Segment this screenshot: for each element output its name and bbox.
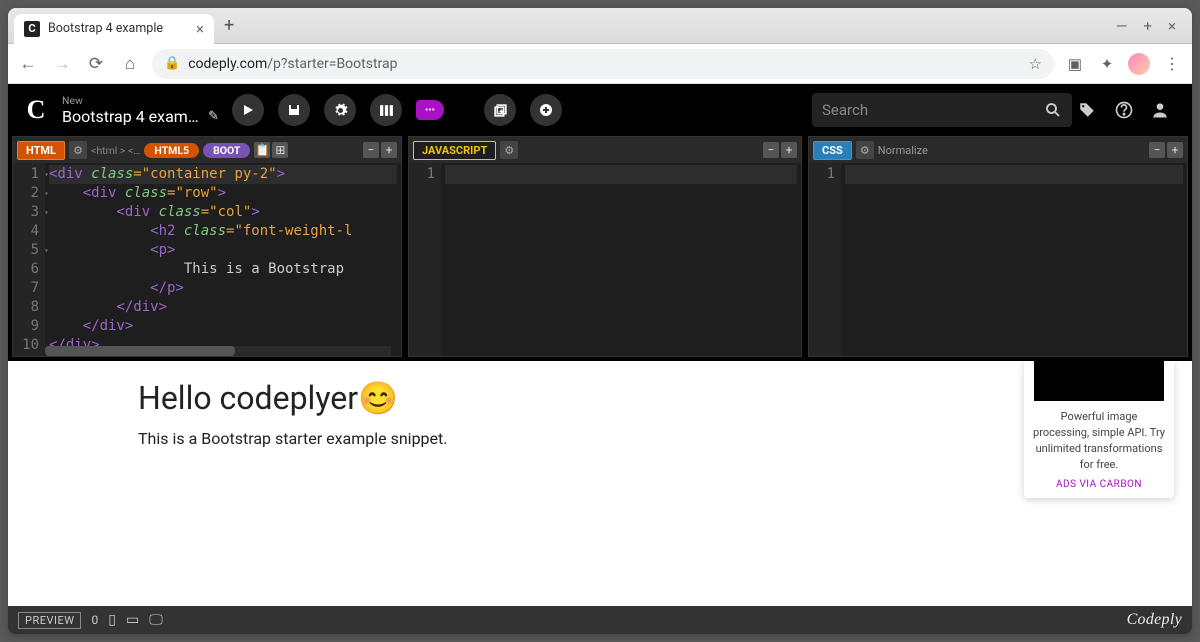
maximize-panel-icon[interactable]: +: [381, 142, 397, 158]
tag-icon[interactable]: [1078, 101, 1108, 119]
browser-menu-icon[interactable]: ⋮: [1160, 54, 1184, 73]
lock-icon: 🔒: [164, 56, 180, 71]
css-panel-label: CSS: [813, 141, 852, 160]
grid-icon[interactable]: ⊞: [272, 142, 288, 158]
browser-titlebar: C Bootstrap 4 example × + — + ×: [8, 8, 1192, 44]
extension-icon[interactable]: ▣: [1064, 55, 1086, 73]
ad-image: [1034, 361, 1164, 401]
add-button[interactable]: [530, 94, 562, 126]
play-button[interactable]: [232, 94, 264, 126]
user-icon[interactable]: [1150, 100, 1180, 120]
css-panel: CSS ⚙ Normalize − + 1: [808, 136, 1188, 357]
help-icon[interactable]: [1114, 100, 1144, 120]
ad-attribution[interactable]: ADS VIA CARBON: [1024, 479, 1174, 490]
profile-avatar[interactable]: [1128, 53, 1150, 75]
bottom-bar: PREVIEW 0 ▯ ▭ 🖵 Codeply: [8, 606, 1192, 634]
app-toolbar: C New Bootstrap 4 examp… ✎ •••: [8, 84, 1192, 136]
browser-urlbar: ← → ⟳ ⌂ 🔒 codeply.com/p?starter=Bootstra…: [8, 44, 1192, 84]
window-close-icon[interactable]: ×: [1168, 17, 1176, 35]
minimize-panel-icon[interactable]: −: [363, 142, 379, 158]
browser-tab[interactable]: C Bootstrap 4 example ×: [14, 14, 214, 44]
device-desktop-icon[interactable]: 🖵: [149, 612, 163, 628]
nav-forward-button[interactable]: →: [50, 54, 74, 74]
search-icon[interactable]: [1044, 101, 1062, 119]
window-maximize-icon[interactable]: +: [1143, 17, 1152, 35]
html-editor[interactable]: 1 2 3 4 5 6 7 8 9 10 <div class="contain…: [13, 163, 401, 356]
tags-button[interactable]: •••: [416, 100, 444, 120]
nav-reload-button[interactable]: ⟳: [84, 54, 108, 74]
bootstrap-pill[interactable]: BOOT: [203, 143, 250, 158]
html-settings-icon[interactable]: ⚙: [69, 141, 87, 159]
new-tab-button[interactable]: +: [214, 15, 244, 36]
save-button[interactable]: [278, 94, 310, 126]
js-settings-icon[interactable]: ⚙: [500, 141, 518, 159]
css-editor[interactable]: 1: [809, 163, 1187, 356]
codeply-brand[interactable]: Codeply: [1127, 611, 1182, 629]
html-breadcrumb: <html > <…: [91, 144, 140, 157]
carbon-ad[interactable]: Powerful image processing, simple API. T…: [1024, 361, 1174, 498]
maximize-panel-icon[interactable]: +: [781, 142, 797, 158]
url-text: codeply.com/p?starter=Bootstrap: [188, 56, 1020, 72]
tab-favicon: C: [24, 21, 40, 37]
html-panel-label: HTML: [17, 141, 65, 160]
html5-pill[interactable]: HTML5: [144, 143, 199, 158]
minimize-panel-icon[interactable]: −: [763, 142, 779, 158]
css-normalize-label[interactable]: Normalize: [878, 144, 928, 157]
device-tablet-icon[interactable]: ▭: [126, 612, 139, 628]
device-mobile-icon[interactable]: ▯: [108, 612, 116, 628]
nav-home-button[interactable]: ⌂: [118, 54, 142, 74]
duplicate-button[interactable]: [484, 94, 516, 126]
window-minimize-icon[interactable]: —: [1116, 17, 1128, 35]
preview-heading: Hello codeplyer😊: [138, 379, 1062, 417]
ply-status: New: [62, 94, 222, 107]
search-input[interactable]: Search: [812, 93, 1072, 127]
edit-title-icon[interactable]: ✎: [208, 109, 219, 124]
preview-count: 0: [91, 613, 98, 627]
js-panel-label: JAVASCRIPT: [413, 141, 496, 160]
layout-button[interactable]: [370, 94, 402, 126]
minimize-panel-icon[interactable]: −: [1149, 142, 1165, 158]
address-bar[interactable]: 🔒 codeply.com/p?starter=Bootstrap ☆: [152, 49, 1054, 79]
tab-title: Bootstrap 4 example: [48, 21, 188, 36]
ad-text: Powerful image processing, simple API. T…: [1024, 409, 1174, 473]
css-settings-icon[interactable]: ⚙: [856, 141, 874, 159]
close-tab-icon[interactable]: ×: [196, 20, 204, 38]
preview-pane: Hello codeplyer😊 This is a Bootstrap sta…: [8, 361, 1192, 606]
maximize-panel-icon[interactable]: +: [1167, 142, 1183, 158]
bookmark-star-icon[interactable]: ☆: [1029, 55, 1042, 73]
nav-back-button[interactable]: ←: [16, 54, 40, 74]
extensions-puzzle-icon[interactable]: ✦: [1096, 55, 1118, 73]
js-panel: JAVASCRIPT ⚙ − + 1: [408, 136, 802, 357]
app-logo[interactable]: C: [20, 94, 52, 126]
settings-button[interactable]: [324, 94, 356, 126]
preview-paragraph: This is a Bootstrap starter example snip…: [138, 429, 1062, 448]
horizontal-scrollbar[interactable]: [45, 346, 391, 356]
ply-title: Bootstrap 4 examp…: [62, 107, 202, 126]
preview-toggle-button[interactable]: PREVIEW: [18, 612, 81, 629]
html-panel: HTML ⚙ <html > <… HTML5 BOOT 📋 ⊞ − +: [12, 136, 402, 357]
clipboard-icon[interactable]: 📋: [254, 142, 270, 158]
search-placeholder: Search: [822, 101, 1044, 119]
js-editor[interactable]: 1: [409, 163, 801, 356]
